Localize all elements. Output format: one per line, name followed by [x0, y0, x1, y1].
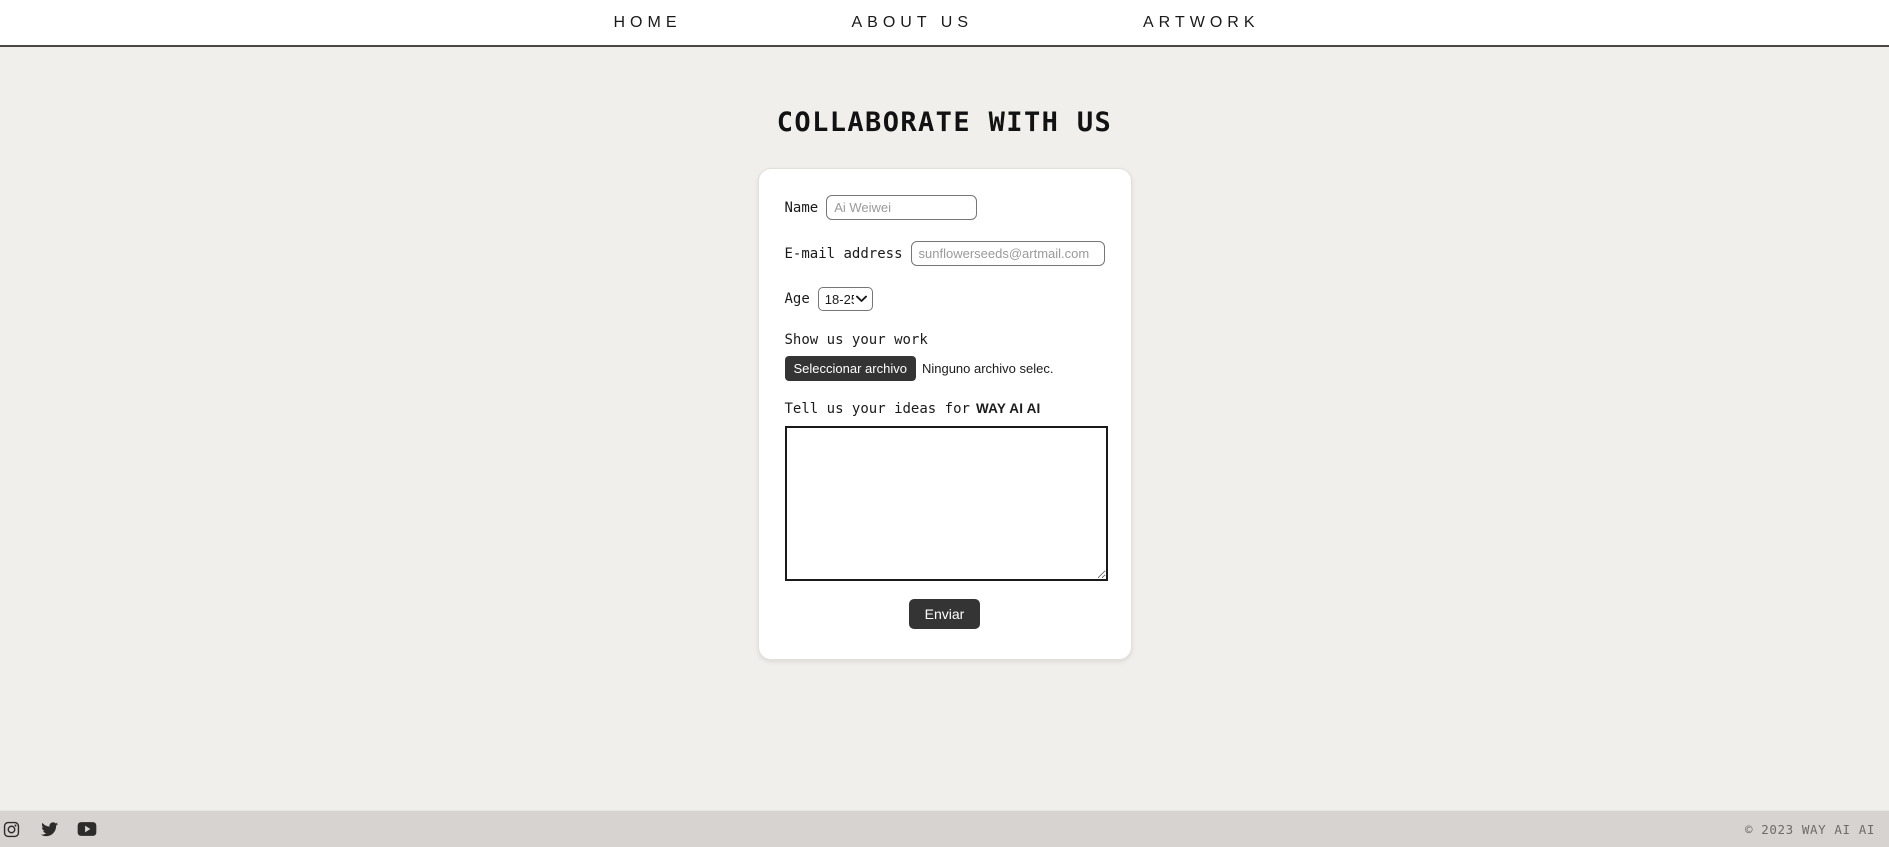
page-title: COLLABORATE WITH US — [776, 107, 1113, 138]
main-navigation: HOME ABOUT US ARTWORK — [614, 14, 1268, 32]
age-select[interactable]: 18-25 — [817, 287, 873, 311]
collaborate-form-card: Name E-mail address Age 18-25 — [757, 168, 1132, 660]
ideas-textarea[interactable] — [784, 426, 1108, 581]
instagram-icon[interactable] — [0, 818, 22, 840]
site-footer: © 2023 WAY AI AI — [0, 810, 1889, 847]
nav-list: HOME ABOUT US ARTWORK — [614, 14, 1260, 32]
social-links — [0, 818, 98, 840]
email-input[interactable] — [910, 241, 1105, 266]
name-input[interactable] — [826, 195, 978, 220]
twitter-icon[interactable] — [38, 818, 60, 840]
ideas-field-block: Tell us your ideas for WAY AI AI — [784, 401, 1108, 581]
nav-item-artwork: ARTWORK — [1143, 14, 1259, 32]
select-file-button[interactable]: Seleccionar archivo — [784, 356, 916, 381]
ideas-field-label: Tell us your ideas for — [784, 401, 970, 417]
file-field-label: Show us your work — [784, 332, 928, 348]
nav-item-home: HOME — [614, 14, 682, 32]
age-select-wrapper: 18-25 — [817, 287, 873, 311]
file-status-text: Ninguno archivo selec. — [921, 361, 1054, 376]
main-content: COLLABORATE WITH US Name E-mail address … — [0, 47, 1889, 810]
name-field-label: Name — [784, 199, 819, 216]
copyright-text: © 2023 WAY AI AI — [1744, 821, 1875, 837]
site-header: HOME ABOUT US ARTWORK — [0, 0, 1889, 47]
nav-link-home[interactable]: HOME — [614, 14, 682, 31]
submit-button[interactable]: Enviar — [908, 599, 981, 629]
age-field-label: Age — [784, 291, 810, 307]
file-input-row: Seleccionar archivo Ninguno archivo sele… — [784, 356, 1105, 381]
file-field-block: Show us your work Seleccionar archivo Ni… — [784, 332, 1105, 381]
youtube-icon[interactable] — [76, 818, 98, 840]
name-field-row: Name — [785, 195, 1105, 220]
ideas-field-brand: WAY AI AI — [975, 401, 1041, 416]
email-field-row: E-mail address — [785, 241, 1105, 266]
nav-link-about-us[interactable]: ABOUT US — [852, 14, 974, 31]
nav-item-about-us: ABOUT US — [852, 14, 974, 32]
submit-row: Enviar — [785, 599, 1105, 629]
ideas-label-row: Tell us your ideas for WAY AI AI — [785, 401, 1105, 417]
email-field-label: E-mail address — [784, 245, 903, 262]
nav-link-artwork[interactable]: ARTWORK — [1143, 14, 1259, 31]
age-field-row: Age 18-25 — [785, 287, 1105, 311]
